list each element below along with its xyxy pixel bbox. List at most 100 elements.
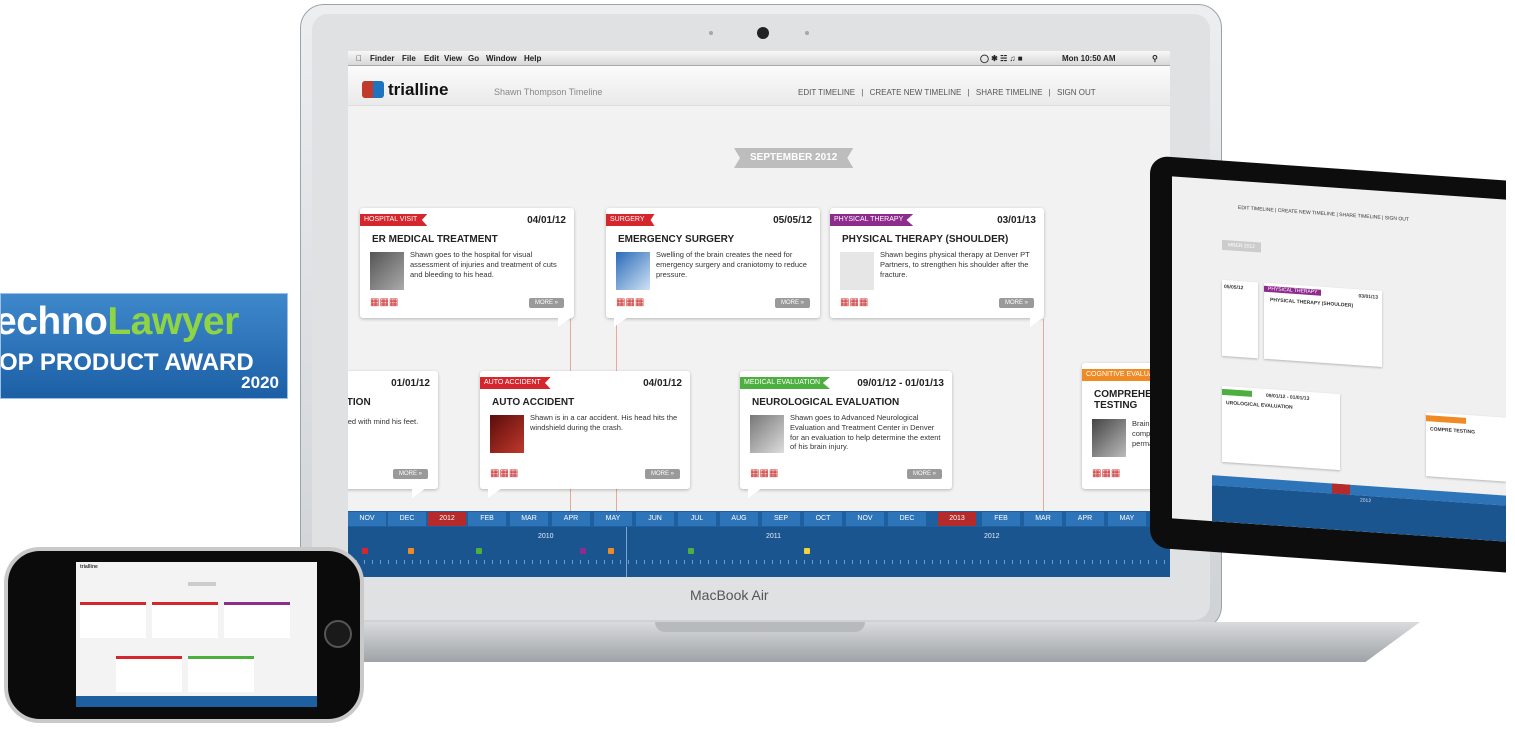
apple-icon[interactable]:  xyxy=(356,54,362,63)
month-tab[interactable]: FEB xyxy=(982,512,1020,526)
month-bar: NOV DEC 2012 FEB MAR APR MAY JUN JUL AUG… xyxy=(348,511,1170,527)
sensor-dot xyxy=(805,31,809,35)
event-title: PHYSICAL THERAPY (SHOULDER) xyxy=(842,234,1009,245)
menu-window[interactable]: Window xyxy=(486,54,517,63)
event-dot[interactable] xyxy=(688,548,694,554)
event-dot[interactable] xyxy=(408,548,414,554)
phone-month-ribbon xyxy=(188,582,216,586)
attachment-icons[interactable]: ▦▦▦ xyxy=(750,468,778,479)
attachment-icons[interactable]: ▦▦▦ xyxy=(370,297,398,308)
trialline-logo[interactable]: trialline xyxy=(362,80,448,100)
event-dot[interactable] xyxy=(804,548,810,554)
month-tab[interactable]: JUN xyxy=(636,512,674,526)
month-tab[interactable]: MAR xyxy=(510,512,548,526)
category-tag: SURGERY xyxy=(606,214,655,226)
phone-card[interactable] xyxy=(80,602,146,638)
event-description: Shawn begins physical therapy at Denver … xyxy=(880,250,1030,279)
event-date: 03/01/13 xyxy=(997,215,1036,226)
event-date: 03/01/13 xyxy=(1358,293,1378,301)
event-card[interactable]: MEDICAL EVALUATION 09/01/12 - 01/01/13 N… xyxy=(740,371,952,498)
home-button-icon[interactable] xyxy=(324,620,352,648)
event-dot[interactable] xyxy=(608,548,614,554)
event-description: sed with mind his feet. xyxy=(348,417,419,426)
nav-create-timeline[interactable]: CREATE NEW TIMELINE xyxy=(870,88,962,97)
event-card[interactable]: HOSPITAL VISIT 04/01/12 ER MEDICAL TREAT… xyxy=(360,208,574,327)
event-date: 09/01/12 - 01/01/13 xyxy=(1266,392,1310,402)
event-card[interactable]: PHYSICAL THERAPY 03/01/13 PHYSICAL THERA… xyxy=(830,208,1044,327)
event-dot[interactable] xyxy=(476,548,482,554)
menu-help[interactable]: Help xyxy=(524,54,541,63)
more-button[interactable]: MORE » xyxy=(644,469,680,479)
phone-card[interactable] xyxy=(152,602,218,638)
phone-card[interactable] xyxy=(224,602,290,638)
event-card[interactable]: SURGERY 05/05/12 EMERGENCY SURGERY Swell… xyxy=(606,208,820,327)
card-pointer xyxy=(614,317,628,327)
phone-card[interactable] xyxy=(116,656,182,692)
menu-go[interactable]: Go xyxy=(468,54,479,63)
nav-edit-timeline[interactable]: EDIT TIMELINE xyxy=(798,88,855,97)
year-marker-tab[interactable]: 2013 xyxy=(938,512,976,526)
month-tab[interactable]: APR xyxy=(552,512,590,526)
event-title: PHYSICAL THERAPY (SHOULDER) xyxy=(1270,297,1354,309)
month-tab[interactable]: NOV xyxy=(846,512,884,526)
award-year: 2020 xyxy=(241,373,279,392)
event-description: Shawn goes to the hospital for visual as… xyxy=(410,250,557,279)
top-nav: EDIT TIMELINE | CREATE NEW TIMELINE | SH… xyxy=(798,88,1100,97)
status-icons[interactable]: ◯ ✱ ☵ ♫ ■ xyxy=(980,54,1023,63)
event-dot[interactable] xyxy=(362,548,368,554)
timeline-ticks xyxy=(348,560,1170,564)
month-tab[interactable]: JUL xyxy=(678,512,716,526)
spotlight-search-icon[interactable]: ⚲ xyxy=(1152,54,1158,63)
tablet-card[interactable]: 05/05/12 xyxy=(1222,279,1258,359)
month-tab[interactable]: AUG xyxy=(720,512,758,526)
more-button[interactable]: MORE » xyxy=(392,469,428,479)
year-label: 2011 xyxy=(766,533,782,540)
event-dot[interactable] xyxy=(580,548,586,554)
event-card[interactable]: AUTO ACCIDENT 04/01/12 AUTO ACCIDENT Sha… xyxy=(480,371,690,498)
menu-edit[interactable]: Edit xyxy=(424,54,439,63)
event-title: EMERGENCY SURGERY xyxy=(618,234,735,245)
more-button[interactable]: MORE » xyxy=(998,298,1034,308)
year-overview-strip[interactable]: 2010 2011 2012 xyxy=(348,527,1170,577)
phone-screen: trialline xyxy=(76,562,317,707)
menubar-clock[interactable]: Mon 10:50 AM xyxy=(1062,54,1116,63)
tablet-card[interactable]: COMPRE TESTING xyxy=(1426,412,1506,482)
month-tab[interactable]: OCT xyxy=(804,512,842,526)
category-tag: AUTO ACCIDENT xyxy=(480,377,551,389)
menu-finder[interactable]: Finder xyxy=(370,54,394,63)
camera-icon xyxy=(757,27,769,39)
month-tab[interactable]: FEB xyxy=(468,512,506,526)
menu-file[interactable]: File xyxy=(402,54,416,63)
category-tag: PHYSICAL THERAPY xyxy=(1264,285,1322,296)
more-button[interactable]: MORE » xyxy=(528,298,564,308)
month-tab[interactable]: DEC xyxy=(888,512,926,526)
month-tab[interactable]: SEP xyxy=(762,512,800,526)
more-button[interactable]: MORE » xyxy=(774,298,810,308)
attachment-icons[interactable]: ▦▦▦ xyxy=(490,468,518,479)
nav-separator: | xyxy=(967,88,970,97)
month-tab[interactable]: DEC xyxy=(388,512,426,526)
menu-view[interactable]: View xyxy=(444,54,462,63)
laptop-notch xyxy=(655,622,865,632)
nav-separator: | xyxy=(1048,88,1051,97)
nav-share-timeline[interactable]: SHARE TIMELINE xyxy=(976,88,1043,97)
tablet-card[interactable]: PHYSICAL THERAPY 03/01/13 PHYSICAL THERA… xyxy=(1264,282,1382,368)
year-marker-tab[interactable]: 2012 xyxy=(428,512,466,526)
attachment-icons[interactable]: ▦▦▦ xyxy=(840,297,868,308)
month-tab[interactable]: NOV xyxy=(348,512,386,526)
event-card[interactable]: 01/01/12 ITION sed with mind his feet. M… xyxy=(348,371,438,498)
attachment-icons[interactable]: ▦▦▦ xyxy=(616,297,644,308)
month-tab[interactable]: APR xyxy=(1066,512,1104,526)
tablet-card[interactable]: 09/01/12 - 01/01/13 UROLOGICAL EVALUATIO… xyxy=(1222,385,1340,471)
phone-card[interactable] xyxy=(188,656,254,692)
tablet-nav[interactable]: EDIT TIMELINE | CREATE NEW TIMELINE | SH… xyxy=(1238,205,1409,223)
category-tag xyxy=(1222,388,1252,397)
month-tab[interactable]: MAY xyxy=(594,512,632,526)
event-description: Shawn is in a car accident. His head hit… xyxy=(530,413,678,432)
nav-sign-out[interactable]: SIGN OUT xyxy=(1057,88,1096,97)
event-title: NEUROLOGICAL EVALUATION xyxy=(752,397,900,408)
attachment-icons[interactable]: ▦▦▦ xyxy=(1092,468,1120,479)
month-tab[interactable]: MAY xyxy=(1108,512,1146,526)
more-button[interactable]: MORE » xyxy=(906,469,942,479)
month-tab[interactable]: MAR xyxy=(1024,512,1062,526)
